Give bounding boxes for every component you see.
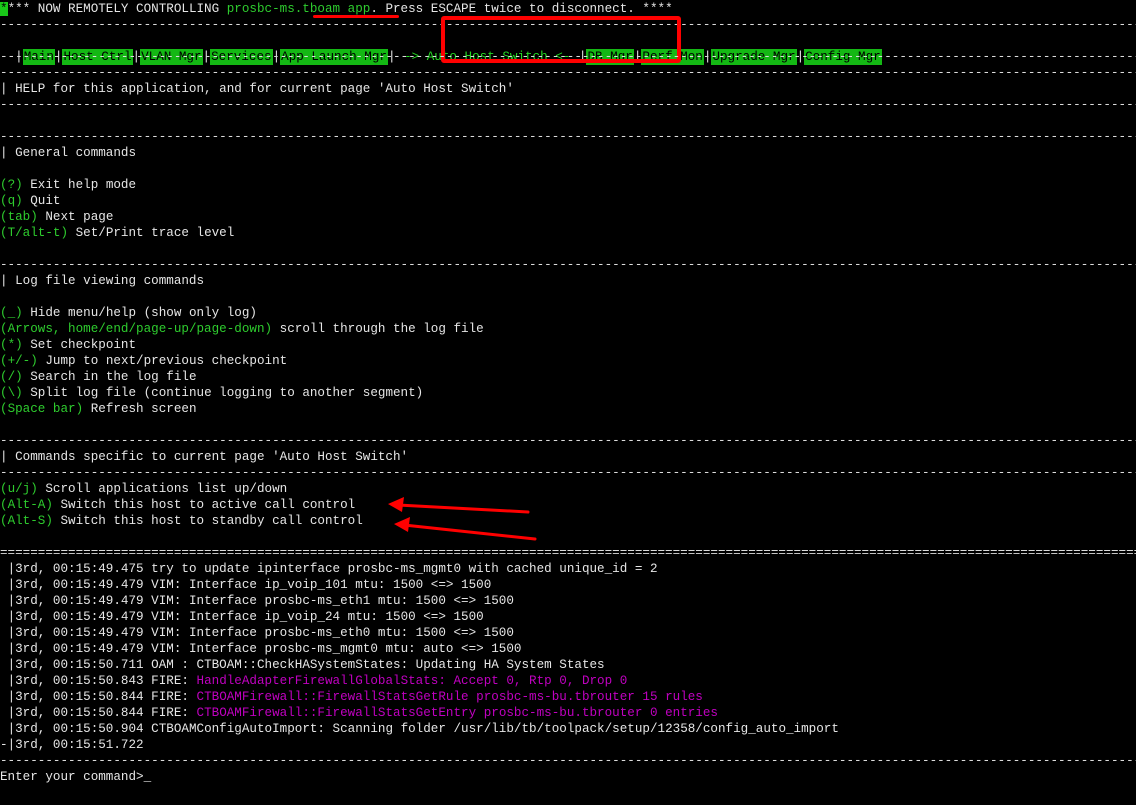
log-line: |3rd, 00:15:49.479 VIM: Interface ip_voi… <box>7 578 492 592</box>
log-timestamp: |3rd, 00:15:49.475 <box>7 562 144 576</box>
log-line: |3rd, 00:15:49.479 VIM: Interface ip_voi… <box>7 610 484 624</box>
log-firewall-message: CTBOAMFirewall::FirewallStatsGetEntry pr… <box>196 706 718 720</box>
log-line: |3rd, 00:15:49.475 try to update ipinter… <box>7 562 658 576</box>
double-separator: ========================================… <box>0 546 1136 560</box>
log-line: |3rd, 00:15:49.479 VIM: Interface prosbc… <box>7 642 522 656</box>
log-line: |3rd, 00:15:49.479 VIM: Interface prosbc… <box>7 594 514 608</box>
command-prompt[interactable]: Enter your command>_ <box>0 769 151 785</box>
log-timestamp: |3rd, 00:15:50.711 <box>7 658 144 672</box>
log-timestamp: |3rd, 00:15:49.479 <box>7 594 144 608</box>
log-timestamp: |3rd, 00:15:50.844 <box>7 706 144 720</box>
log-line: |3rd, 00:15:50.843 FIRE: HandleAdapterFi… <box>7 674 628 688</box>
log-timestamp: |3rd, 00:15:50.844 <box>7 690 144 704</box>
separator: ----------------------------------------… <box>0 754 1136 768</box>
arrow-to-alt-s <box>394 517 537 541</box>
log-line: |3rd, 00:15:50.844 FIRE: CTBOAMFirewall:… <box>7 690 703 704</box>
log-timestamp: |3rd, 00:15:49.479 <box>7 642 144 656</box>
log-firewall-message: CTBOAMFirewall::FirewallStatsGetRule pro… <box>196 690 703 704</box>
arrow-to-alt-a <box>388 497 530 514</box>
log-line: |3rd, 00:15:49.479 VIM: Interface prosbc… <box>7 626 514 640</box>
log-timestamp: |3rd, 00:15:50.843 <box>7 674 144 688</box>
log-timestamp: |3rd, 00:15:50.904 <box>7 722 144 736</box>
log-line: |3rd, 00:15:50.904 CTBOAMConfigAutoImpor… <box>7 722 839 736</box>
log-firewall-message: HandleAdapterFirewallGlobalStats: Accept… <box>196 674 628 688</box>
log-timestamp: |3rd, 00:15:51.722 <box>7 738 144 752</box>
log-timestamp: |3rd, 00:15:49.479 <box>7 578 144 592</box>
log-line: |3rd, 00:15:50.844 FIRE: CTBOAMFirewall:… <box>7 706 718 720</box>
log-line: -|3rd, 00:15:51.722 <box>0 738 144 752</box>
log-line: |3rd, 00:15:50.711 OAM : CTBOAM::CheckHA… <box>7 658 605 672</box>
log-timestamp: |3rd, 00:15:49.479 <box>7 610 144 624</box>
log-timestamp: |3rd, 00:15:49.479 <box>7 626 144 640</box>
